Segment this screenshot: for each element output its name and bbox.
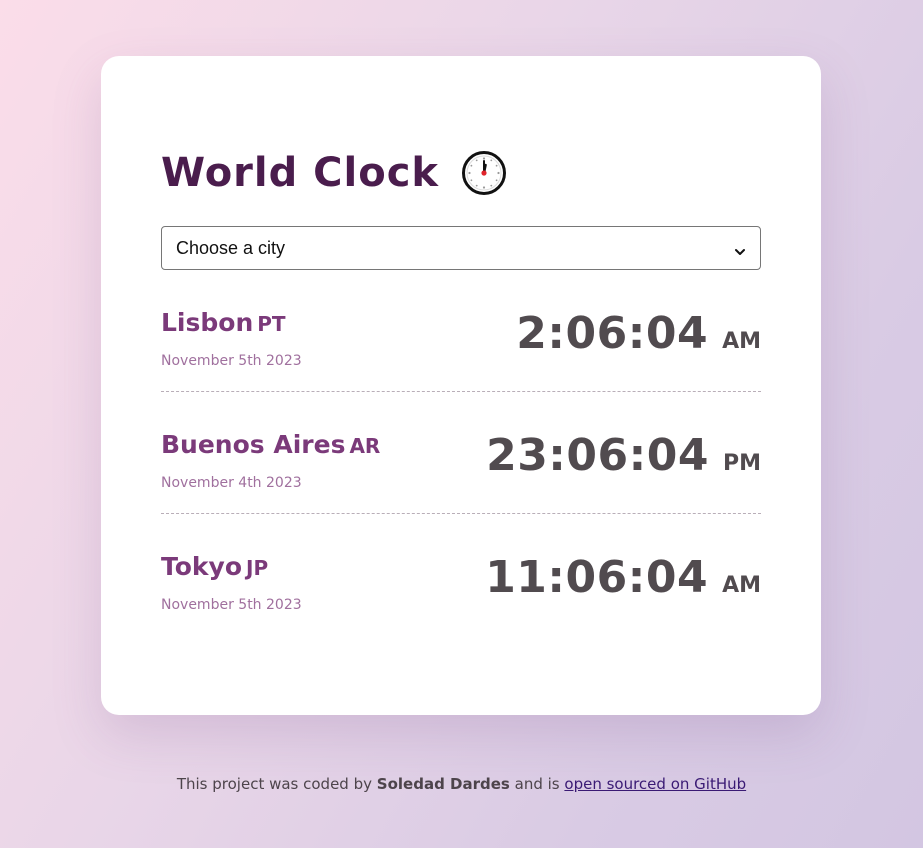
country-code: AR [349,434,381,458]
am-pm-label: AM [722,573,761,598]
page-title: World Clock [161,150,440,196]
city-row-lisbon: Lisbon PT November 5th 2023 2:06:04 AM [161,308,761,392]
footer-prefix: This project was coded by [176,775,372,793]
city-time: 23:06:04 PM [486,430,761,481]
city-row-tokyo: Tokyo JP November 5th 2023 11:06:04 AM [161,552,761,636]
time-value: 23:06:04 [486,430,709,481]
city-name-text: Tokyo [161,552,243,581]
am-pm-label: PM [722,451,761,476]
city-row-buenos-aires: Buenos Aires AR November 4th 2023 23:06:0… [161,430,761,514]
time-value: 11:06:04 [485,552,709,603]
time-value: 2:06:04 [516,308,709,359]
world-clock-card: World Clock Choose a city Lisbon PT Nove… [101,56,821,715]
city-date: November 4th 2023 [161,475,302,491]
city-name: Lisbon PT [161,308,286,337]
city-select[interactable]: Choose a city [161,226,761,270]
city-time: 11:06:04 AM [485,552,761,603]
city-date: November 5th 2023 [161,597,302,613]
city-name-text: Lisbon [161,308,254,337]
city-name-text: Buenos Aires [161,430,346,459]
footer-middle: and is [514,775,560,793]
footer: This project was coded by Soledad Dardes… [0,775,923,793]
country-code: PT [257,312,286,336]
am-pm-label: AM [722,329,761,354]
city-name: Buenos Aires AR [161,430,380,459]
chevron-down-icon [734,242,746,255]
city-date: November 5th 2023 [161,353,302,369]
country-code: JP [246,556,269,580]
city-time: 2:06:04 AM [516,308,761,359]
header: World Clock [161,148,507,198]
clock-icon [461,150,507,196]
city-select-value: Choose a city [176,237,286,258]
city-name: Tokyo JP [161,552,268,581]
author-name: Soledad Dardes [376,775,510,793]
github-link[interactable]: open sourced on GitHub [564,775,746,793]
